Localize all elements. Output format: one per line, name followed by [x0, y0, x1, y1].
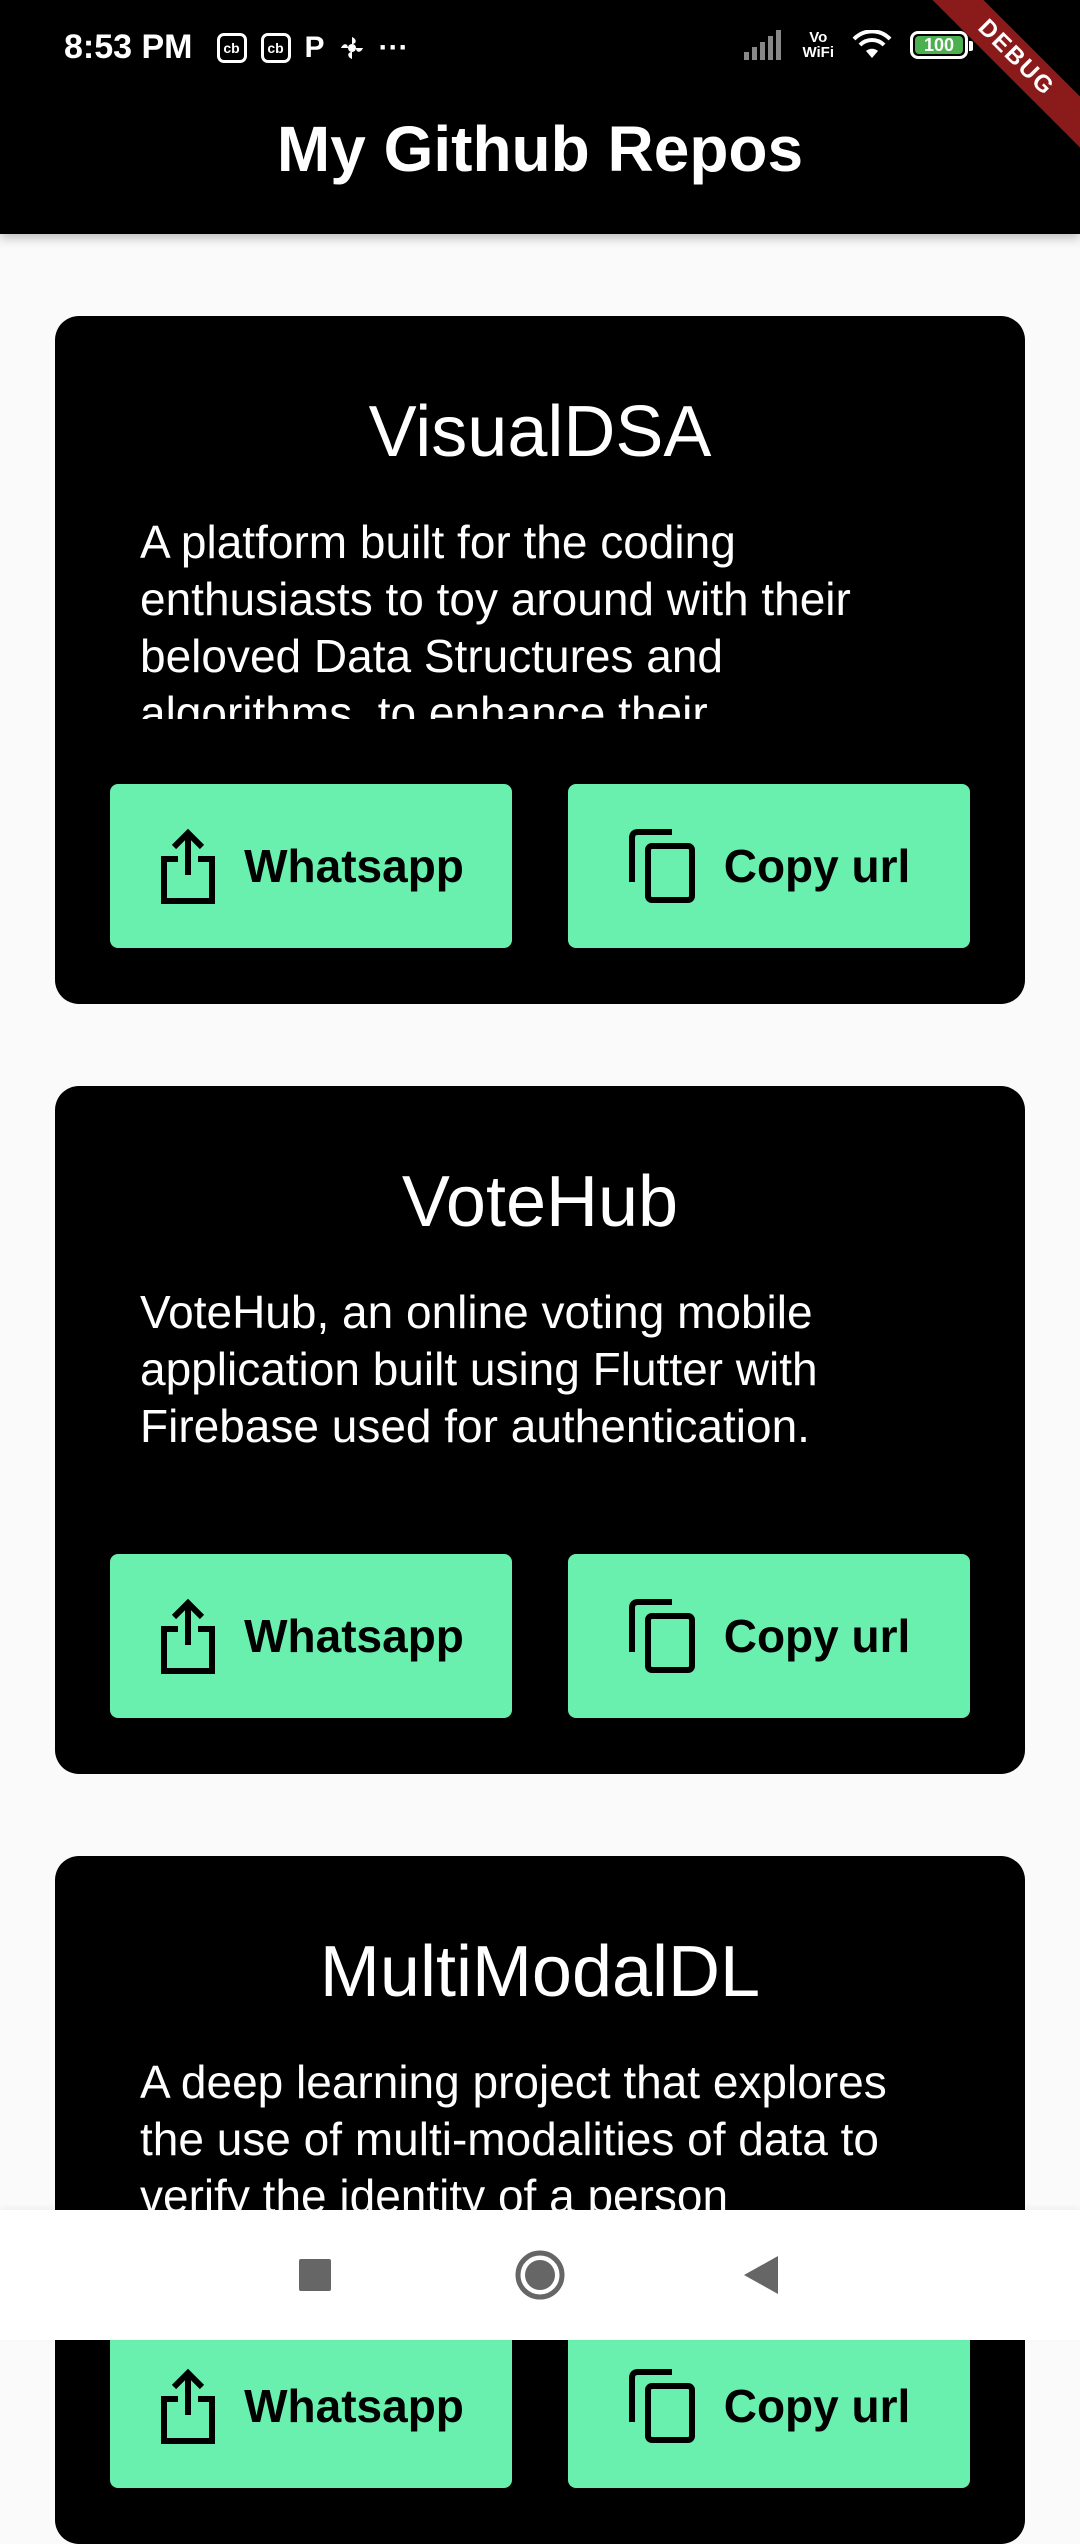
- share-icon: [161, 1598, 216, 1674]
- repo-description: A platform built for the coding enthusia…: [140, 516, 851, 719]
- cb-icon: cb: [216, 32, 247, 63]
- recents-button[interactable]: [287, 2247, 343, 2303]
- status-time: 8:53 PM: [64, 28, 193, 66]
- repo-title: MultiModalDL: [319, 1932, 761, 2012]
- copy-icon: [628, 829, 695, 903]
- more-dots-icon: ···: [378, 30, 409, 64]
- share-icon: [161, 828, 216, 904]
- repo-title: VisualDSA: [368, 392, 712, 472]
- copy-button-label: Copy url: [723, 1610, 911, 1662]
- home-circle-icon: [515, 2250, 565, 2300]
- repo-card: VisualDSA A platform built for the codin…: [55, 316, 1025, 1004]
- wifi-icon: [852, 30, 892, 58]
- vowifi-bottom-label: WiFi: [802, 44, 834, 61]
- battery-level: 100: [923, 34, 955, 55]
- copy-url-button[interactable]: Copy url: [568, 1554, 970, 1718]
- share-button-label: Whatsapp: [244, 1610, 464, 1662]
- signal-icon: [744, 30, 782, 60]
- share-whatsapp-button[interactable]: Whatsapp: [110, 1554, 512, 1718]
- status-bar-right: Vo WiFi 100: [742, 30, 973, 60]
- notification-icons: cb cb P ···: [216, 30, 409, 65]
- repo-card: MultiModalDL A deep learning project tha…: [55, 1856, 1025, 2544]
- share-button-label: Whatsapp: [244, 840, 464, 892]
- p-icon: P: [304, 30, 325, 64]
- repo-card: VoteHub VoteHub, an online voting mobile…: [55, 1086, 1025, 1774]
- battery-icon: 100: [910, 31, 973, 59]
- app-bar: 8:53 PM cb cb P ··· Vo WiFi 100 DEBUG My…: [0, 0, 1080, 234]
- recents-square-icon: [299, 2259, 331, 2291]
- copy-url-button[interactable]: Copy url: [568, 784, 970, 948]
- vowifi-icon: Vo WiFi: [802, 30, 834, 60]
- status-bar-left: 8:53 PM cb cb P ···: [64, 28, 409, 67]
- fan-icon: [340, 36, 363, 59]
- copy-button-label: Copy url: [723, 840, 911, 892]
- copy-url-button[interactable]: Copy url: [568, 2324, 970, 2488]
- cb-icon: cb: [260, 32, 291, 63]
- share-button-label: Whatsapp: [244, 2380, 464, 2432]
- copy-icon: [628, 2369, 695, 2443]
- copy-icon: [628, 1599, 695, 1673]
- vowifi-top-label: Vo: [809, 29, 828, 46]
- share-whatsapp-button[interactable]: Whatsapp: [110, 784, 512, 948]
- copy-button-label: Copy url: [723, 2380, 911, 2432]
- page-title: My Github Repos: [276, 113, 804, 185]
- repo-description: VoteHub, an online voting mobile applica…: [140, 1286, 818, 1452]
- repo-title: VoteHub: [401, 1162, 679, 1242]
- home-button[interactable]: [512, 2247, 568, 2303]
- back-button[interactable]: [733, 2247, 789, 2303]
- back-triangle-icon: [744, 2256, 778, 2294]
- share-icon: [161, 2368, 216, 2444]
- share-whatsapp-button[interactable]: Whatsapp: [110, 2324, 512, 2488]
- system-navigation-bar: [0, 2210, 1080, 2340]
